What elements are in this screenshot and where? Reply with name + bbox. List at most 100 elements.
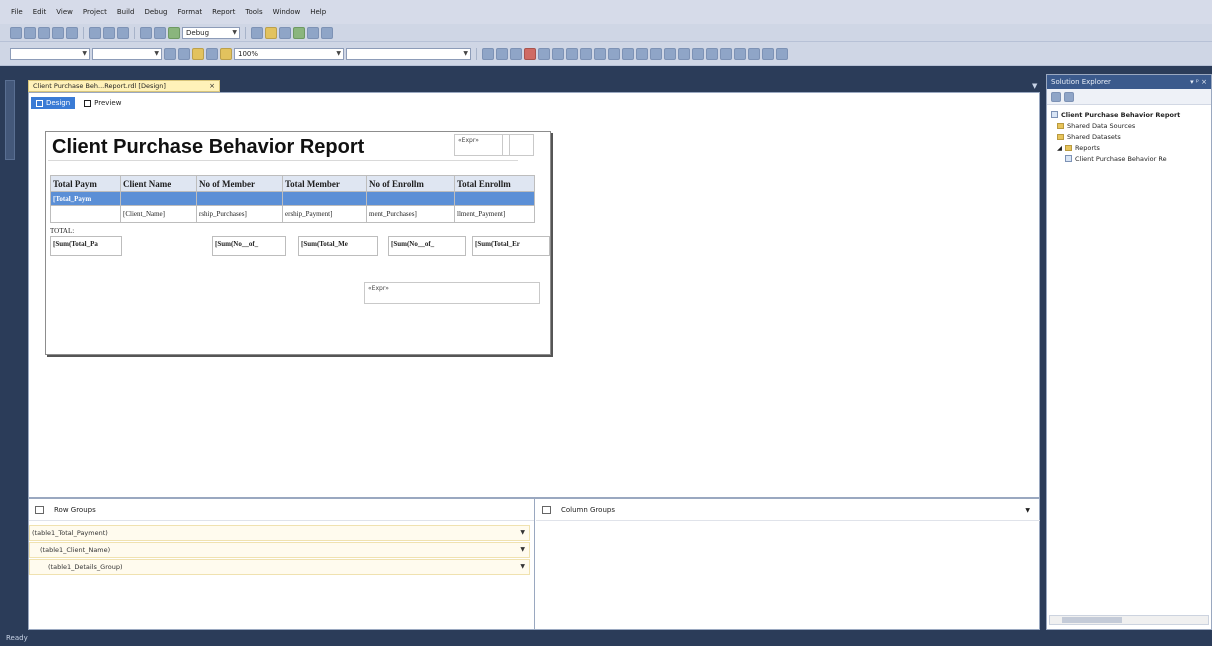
send-to-back-icon[interactable] xyxy=(776,47,788,60)
detail-cell[interactable] xyxy=(50,205,121,223)
make-same-height-icon[interactable] xyxy=(734,47,746,60)
border-width-icon[interactable] xyxy=(636,47,648,60)
extension-icon[interactable] xyxy=(321,26,333,39)
make-same-size-icon[interactable] xyxy=(748,47,760,60)
menu-report[interactable]: Report xyxy=(207,8,240,16)
group-cell[interactable]: [Total_Paym xyxy=(50,191,121,206)
header-cell[interactable]: Total Enrollm xyxy=(454,175,535,192)
start-debug-icon[interactable] xyxy=(168,26,180,39)
group-cell[interactable] xyxy=(120,191,197,206)
grid-icon[interactable] xyxy=(206,47,218,60)
tree-shared-datasets[interactable]: Shared Datasets xyxy=(1049,131,1209,142)
header-cell[interactable]: No of Member xyxy=(196,175,283,192)
horizontal-scrollbar[interactable] xyxy=(1049,615,1209,625)
align-left-text-icon[interactable] xyxy=(538,47,550,60)
style-combo[interactable]: ▼ xyxy=(346,47,471,60)
tree-report-file[interactable]: Client Purchase Behavior Re xyxy=(1049,153,1209,164)
align-center-icon[interactable] xyxy=(178,47,190,60)
solution-explorer-icon[interactable] xyxy=(265,26,277,39)
align-center-text-icon[interactable] xyxy=(552,47,564,60)
tree-shared-data-sources[interactable]: Shared Data Sources xyxy=(1049,120,1209,131)
solution-config-combo[interactable]: Debug ▼ xyxy=(182,26,240,39)
menu-tools[interactable]: Tools xyxy=(240,8,267,16)
pin-close-icon[interactable]: ▾ ᵖ × xyxy=(1190,78,1207,86)
menu-build[interactable]: Build xyxy=(112,8,140,16)
underline-icon[interactable] xyxy=(510,47,522,60)
align-middle-icon[interactable] xyxy=(594,47,606,60)
row-group-item[interactable]: (table1_Total_Payment) ▼ xyxy=(29,525,530,541)
expression-textbox[interactable]: «Expr» xyxy=(454,134,534,156)
scrollbar-thumb[interactable] xyxy=(1062,617,1122,623)
header-cell[interactable]: Total Member xyxy=(282,175,367,192)
tree-reports[interactable]: ◢ Reports xyxy=(1049,142,1209,153)
bring-to-front-icon[interactable] xyxy=(762,47,774,60)
detail-cell[interactable]: llment_Payment] xyxy=(454,205,535,223)
align-top-icon[interactable] xyxy=(580,47,592,60)
sum-enrollment-payment-textbox[interactable]: [Sum(Total_Er xyxy=(472,236,550,256)
expression-textbox[interactable]: «Expr» xyxy=(364,282,540,304)
align-left-icon[interactable] xyxy=(164,47,176,60)
align-right-text-icon[interactable] xyxy=(566,47,578,60)
row-group-item[interactable]: (table1_Client_Name) ▼ xyxy=(29,542,530,558)
report-data-icon[interactable] xyxy=(192,47,204,60)
report-body[interactable]: Client Purchase Behavior Report «Expr» T… xyxy=(45,131,551,355)
detail-cell[interactable]: ment_Purchases] xyxy=(366,205,455,223)
chevron-down-icon[interactable]: ▼ xyxy=(520,546,525,553)
align-lefts-icon[interactable] xyxy=(678,47,690,60)
group-cell[interactable] xyxy=(454,191,535,206)
menu-debug[interactable]: Debug xyxy=(139,8,172,16)
detail-cell[interactable]: [Client_Name] xyxy=(120,205,197,223)
make-same-width-icon[interactable] xyxy=(720,47,732,60)
menu-format[interactable]: Format xyxy=(172,8,207,16)
undo-icon[interactable] xyxy=(140,26,152,39)
menu-view[interactable]: View xyxy=(51,8,78,16)
font-size-combo[interactable]: ▼ xyxy=(92,47,162,60)
redo-icon[interactable] xyxy=(154,26,166,39)
menu-file[interactable]: File xyxy=(6,8,28,16)
report-title[interactable]: Client Purchase Behavior Report xyxy=(52,136,364,159)
border-color-icon[interactable] xyxy=(650,47,662,60)
collapse-icon[interactable]: ◢ xyxy=(1057,144,1062,152)
group-cell[interactable] xyxy=(196,191,283,206)
copy-icon[interactable] xyxy=(103,26,115,39)
border-style-icon[interactable] xyxy=(622,47,634,60)
menu-edit[interactable]: Edit xyxy=(28,8,52,16)
tree-project[interactable]: Client Purchase Behavior Report xyxy=(1049,109,1209,120)
toolbox-tab[interactable] xyxy=(5,80,15,160)
sum-membership-purchases-textbox[interactable]: [Sum(No__of_ xyxy=(212,236,286,256)
document-tab[interactable]: Client Purchase Beh...Report.rdl [Design… xyxy=(28,80,220,92)
new-project-icon[interactable] xyxy=(10,26,22,39)
header-cell[interactable]: Client Name xyxy=(120,175,197,192)
object-browser-icon[interactable] xyxy=(307,26,319,39)
tab-design[interactable]: Design xyxy=(31,97,76,109)
fill-color-icon[interactable] xyxy=(220,47,232,60)
italic-icon[interactable] xyxy=(496,47,508,60)
sum-enrollment-purchases-textbox[interactable]: [Sum(No__of_ xyxy=(388,236,466,256)
paste-icon[interactable] xyxy=(117,26,129,39)
align-rights-icon[interactable] xyxy=(706,47,718,60)
toolbox-icon[interactable] xyxy=(293,26,305,39)
detail-cell[interactable]: ership_Payment] xyxy=(282,205,367,223)
chevron-down-icon[interactable]: ▼ xyxy=(520,529,525,536)
group-cell[interactable] xyxy=(282,191,367,206)
group-cell[interactable] xyxy=(366,191,455,206)
add-item-icon[interactable] xyxy=(24,26,36,39)
bold-icon[interactable] xyxy=(482,47,494,60)
report-tablix[interactable]: Total Paym Client Name No of Member Tota… xyxy=(50,175,535,223)
show-all-files-icon[interactable] xyxy=(1051,91,1061,102)
close-icon[interactable]: × xyxy=(209,82,215,90)
menu-project[interactable]: Project xyxy=(78,8,112,16)
font-family-combo[interactable]: ▼ xyxy=(10,47,90,60)
properties-icon[interactable] xyxy=(279,26,291,39)
find-icon[interactable] xyxy=(251,26,263,39)
chevron-down-icon[interactable]: ▼ xyxy=(520,563,525,570)
header-cell[interactable]: No of Enrollm xyxy=(366,175,455,192)
sum-total-payment-textbox[interactable]: [Sum(Total_Pa xyxy=(50,236,122,256)
tab-preview[interactable]: Preview xyxy=(79,97,126,109)
open-icon[interactable] xyxy=(38,26,50,39)
detail-cell[interactable]: rship_Purchases] xyxy=(196,205,283,223)
font-color-icon[interactable] xyxy=(524,47,536,60)
row-group-item[interactable]: (table1_Details_Group) ▼ xyxy=(29,559,530,575)
chevron-down-icon[interactable]: ▼ xyxy=(1032,82,1037,90)
save-icon[interactable] xyxy=(52,26,64,39)
